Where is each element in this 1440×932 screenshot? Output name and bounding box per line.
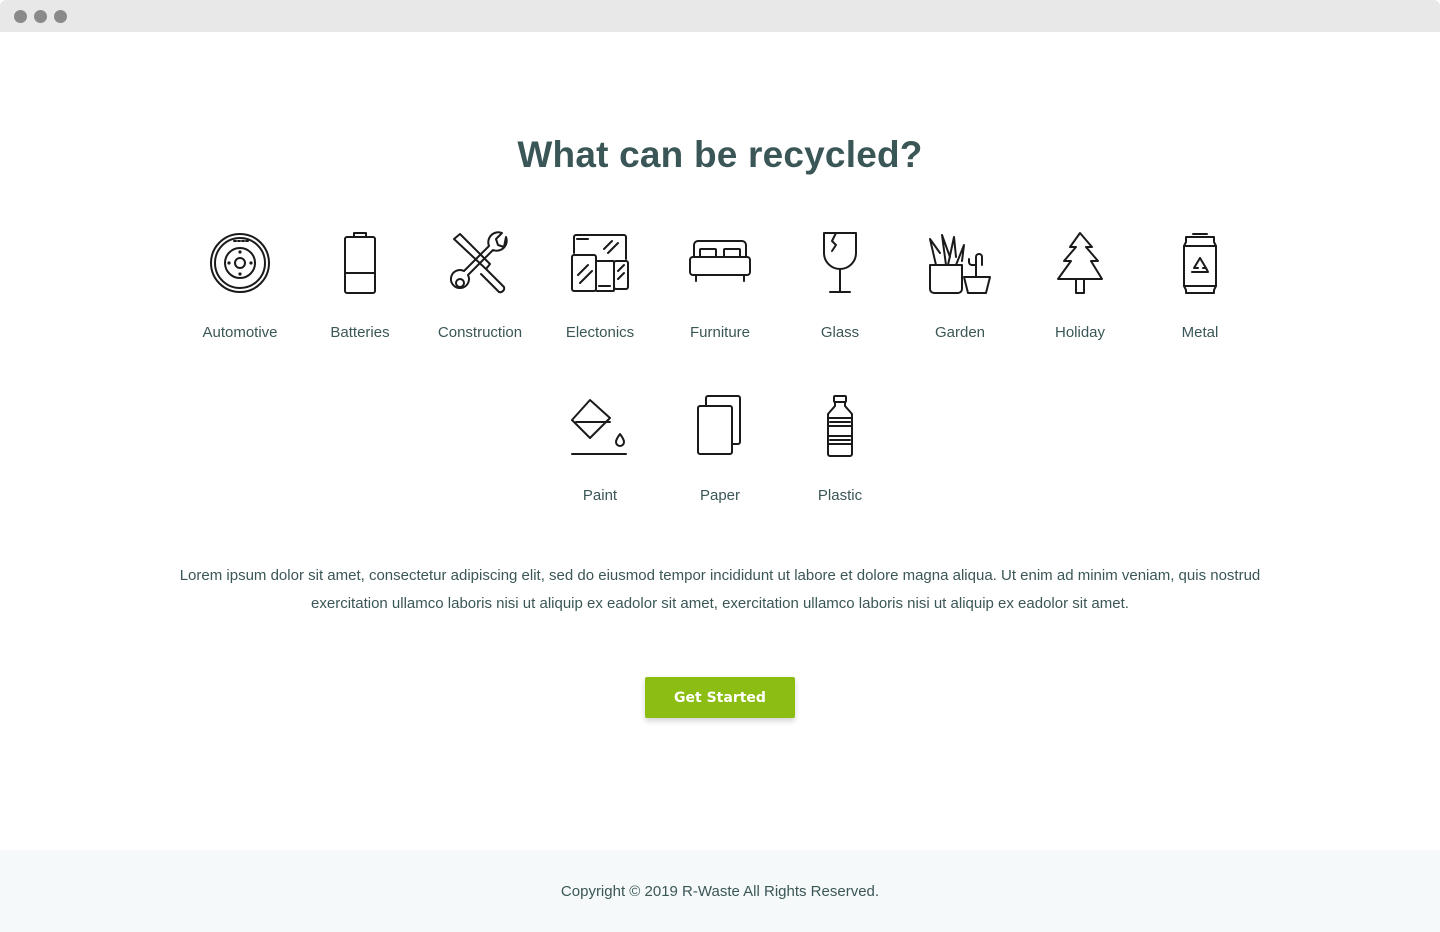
window-minimize-dot[interactable] <box>34 10 47 23</box>
page-title: What can be recycled? <box>517 134 923 175</box>
browser-chrome <box>0 0 1440 32</box>
category-batteries[interactable]: Batteries <box>300 231 420 341</box>
category-label: Plastic <box>817 487 863 504</box>
description-text: Lorem ipsum dolor sit amet, consectetur … <box>179 567 1261 612</box>
paint-bucket-icon <box>571 399 627 455</box>
broken-glass-icon <box>823 232 857 293</box>
devices-icon <box>571 234 629 292</box>
copyright-text: Copyright © 2019 R-Waste All Rights Rese… <box>560 883 880 900</box>
category-construction[interactable]: Construction <box>420 231 540 341</box>
category-label: Automotive <box>202 324 278 341</box>
bed-icon <box>689 240 751 282</box>
category-furniture[interactable]: Furniture <box>660 231 780 341</box>
plant-pots-icon <box>929 234 991 294</box>
window-close-dot[interactable] <box>14 10 27 23</box>
window-maximize-dot[interactable] <box>54 10 67 23</box>
recycle-can-icon <box>1183 233 1217 294</box>
category-metal[interactable]: Metal <box>1140 231 1260 341</box>
footer: Copyright © 2019 R-Waste All Rights Rese… <box>0 850 1440 932</box>
category-electronics[interactable]: Electonics <box>540 231 660 341</box>
category-paint[interactable]: Paint <box>540 394 660 504</box>
category-garden[interactable]: Garden <box>900 231 1020 341</box>
category-label: Electonics <box>565 324 635 341</box>
battery-icon <box>344 232 376 294</box>
pine-tree-icon <box>1057 232 1103 294</box>
category-label: Glass <box>820 324 860 341</box>
category-label: Furniture <box>689 324 751 341</box>
category-label: Paint <box>582 487 618 504</box>
category-glass[interactable]: Glass <box>780 231 900 341</box>
tire-icon <box>210 233 270 293</box>
category-label: Construction <box>437 324 523 341</box>
category-plastic[interactable]: Plastic <box>780 394 900 504</box>
get-started-button[interactable]: Get Started <box>645 677 795 718</box>
tools-icon <box>450 231 508 294</box>
category-holiday[interactable]: Holiday <box>1020 231 1140 341</box>
category-label: Holiday <box>1054 324 1106 341</box>
paper-sheets-icon <box>697 395 741 455</box>
category-automotive[interactable]: Automotive <box>180 231 300 341</box>
category-label: Metal <box>1181 324 1219 341</box>
plastic-bottle-icon <box>827 395 853 457</box>
category-label: Paper <box>699 487 741 504</box>
category-paper[interactable]: Paper <box>660 394 780 504</box>
category-label: Garden <box>934 324 986 341</box>
category-label: Batteries <box>330 324 390 341</box>
